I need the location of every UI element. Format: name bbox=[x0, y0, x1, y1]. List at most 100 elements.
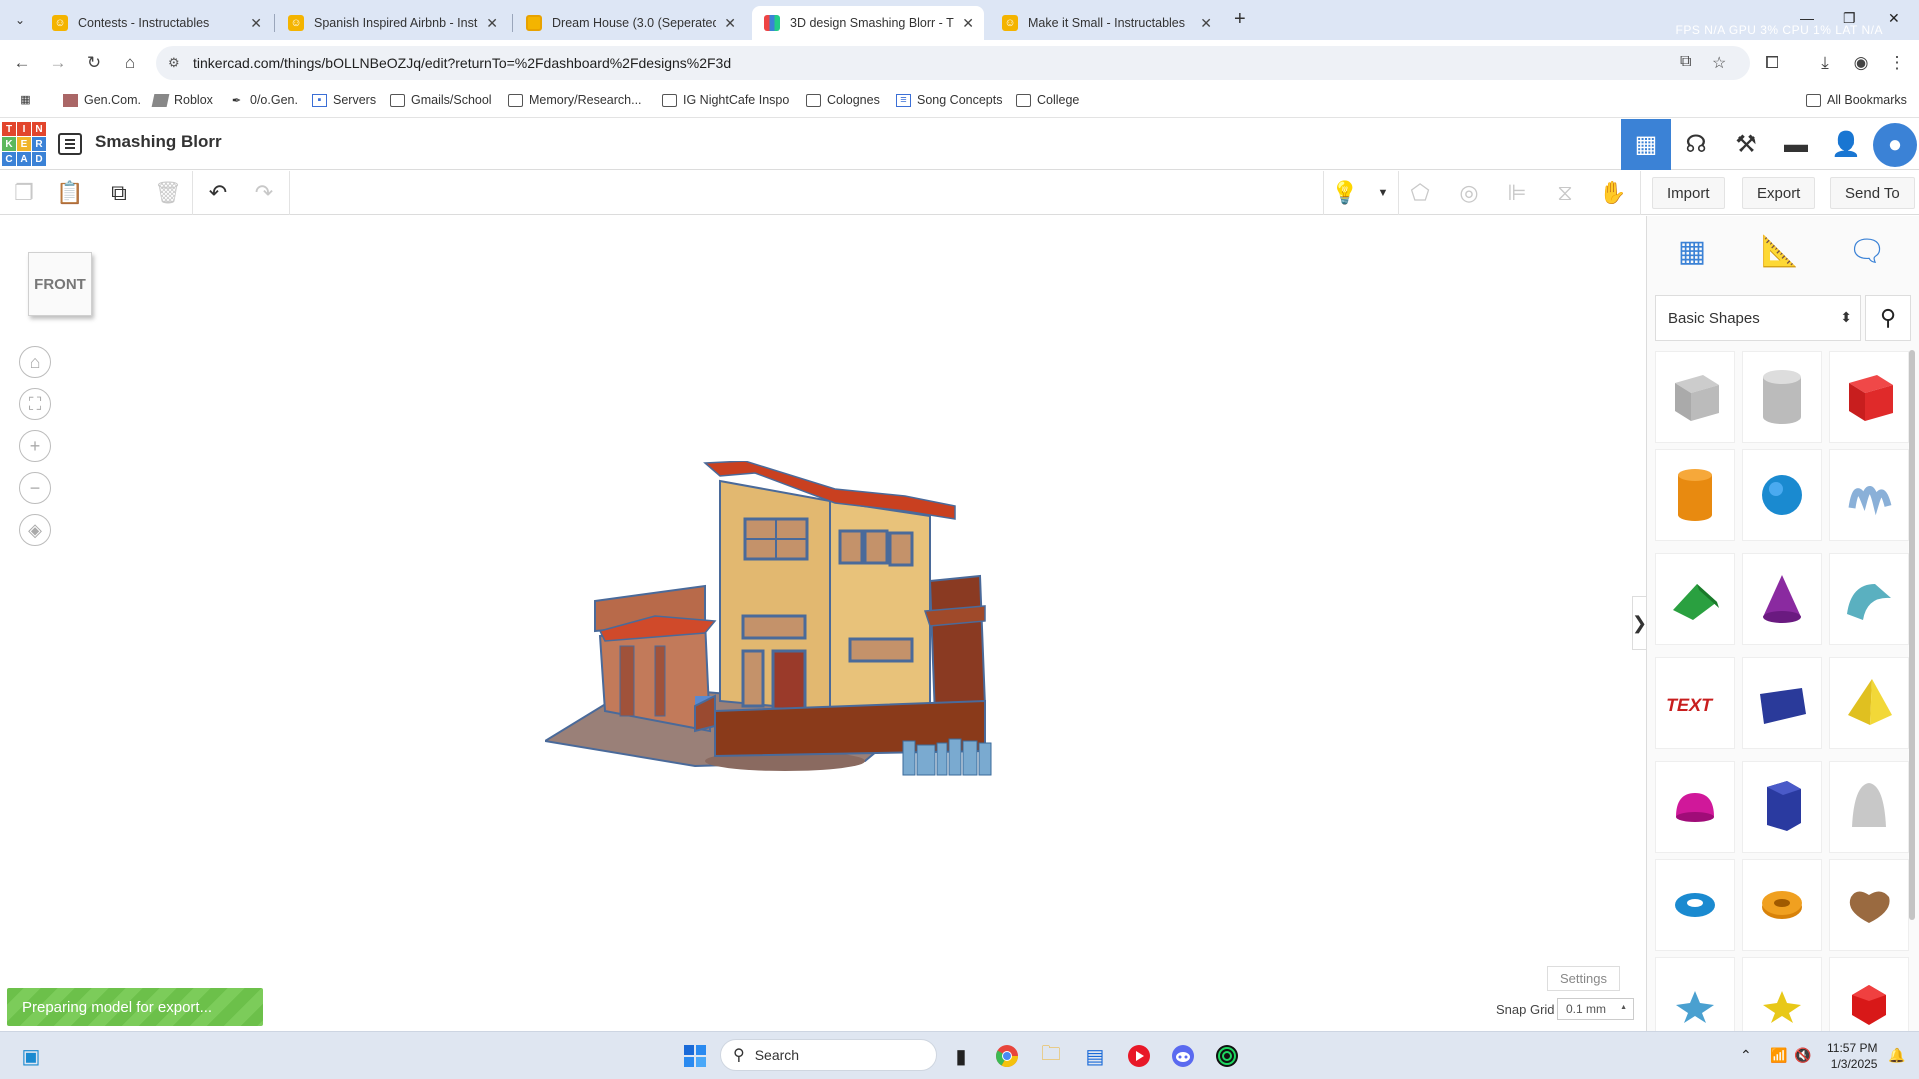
reload-icon[interactable]: ↻ bbox=[81, 50, 107, 76]
windows-start-icon[interactable] bbox=[680, 1041, 710, 1071]
shape-box[interactable] bbox=[1829, 351, 1909, 443]
paste-icon[interactable]: 📋 bbox=[55, 179, 85, 207]
bookmark-folder[interactable]: College bbox=[1016, 93, 1079, 107]
shape-cylinder[interactable] bbox=[1655, 449, 1735, 541]
discord-icon[interactable] bbox=[1168, 1041, 1198, 1071]
sim-lab-icon[interactable]: ▬ bbox=[1771, 119, 1821, 170]
widgets-icon[interactable]: ▣ bbox=[16, 1041, 46, 1071]
align-icon[interactable]: ⊫ bbox=[1502, 179, 1532, 207]
kebab-menu-icon[interactable]: ⋮ bbox=[1884, 50, 1910, 76]
close-tab-icon[interactable]: ✕ bbox=[250, 15, 262, 32]
design-list-icon[interactable] bbox=[58, 133, 82, 155]
settings-button[interactable]: Settings bbox=[1547, 966, 1620, 991]
browser-tab[interactable]: ☺ Contests - Instructables ✕ bbox=[40, 6, 272, 40]
group-icon[interactable]: ⬠ bbox=[1405, 179, 1435, 207]
panel-scrollbar[interactable] bbox=[1909, 350, 1915, 920]
perspective-icon[interactable]: ◈ bbox=[19, 514, 51, 546]
export-button[interactable]: Export bbox=[1742, 177, 1816, 209]
import-button[interactable]: Import bbox=[1652, 177, 1725, 209]
spotify-icon[interactable] bbox=[1212, 1041, 1242, 1071]
bookmark-item[interactable]: ▪ Servers bbox=[312, 93, 376, 107]
shape-half-sphere[interactable] bbox=[1655, 761, 1735, 853]
download-icon[interactable]: ⤓ bbox=[1812, 50, 1838, 76]
browser-tab-active[interactable]: 3D design Smashing Blorr - Tinl ✕ bbox=[752, 6, 984, 40]
shape-sphere[interactable] bbox=[1742, 449, 1822, 541]
tab-search-chevron-icon[interactable]: ⌄ bbox=[8, 8, 32, 32]
mirror-icon[interactable]: ⧖ bbox=[1550, 179, 1580, 207]
browser-tab[interactable]: Dream House (3.0 (Seperated in ✕ bbox=[514, 6, 746, 40]
send-to-button[interactable]: Send To bbox=[1830, 177, 1915, 209]
system-clock[interactable]: 11:57 PM 1/3/2025 bbox=[1827, 1040, 1877, 1072]
shape-pyramid[interactable] bbox=[1829, 657, 1909, 749]
new-tab-plus-icon[interactable]: + bbox=[1234, 8, 1246, 31]
install-app-icon[interactable]: ⧉ bbox=[1680, 53, 1691, 71]
bookmark-item[interactable]: ✒ 0/o.Gen. bbox=[229, 93, 298, 107]
3d-view-grid-icon[interactable]: ▦ bbox=[1621, 119, 1671, 170]
view-cube[interactable]: FRONT bbox=[28, 252, 92, 316]
bookmark-folder[interactable]: Gmails/School bbox=[390, 93, 492, 107]
taskbar-search[interactable]: ⚲ Search bbox=[720, 1039, 937, 1071]
tray-chevron-up-icon[interactable]: ⌃ bbox=[1740, 1047, 1752, 1064]
snap-grid-select[interactable]: 0.1 mm bbox=[1557, 998, 1634, 1020]
duplicate-icon[interactable]: ⧉ bbox=[104, 179, 134, 207]
house-3d-model[interactable] bbox=[545, 461, 1005, 791]
close-tab-icon[interactable]: ✕ bbox=[962, 15, 974, 32]
shape-box-hole[interactable] bbox=[1655, 351, 1735, 443]
site-info-icon[interactable]: ⚙ bbox=[168, 55, 180, 71]
close-tab-icon[interactable]: ✕ bbox=[486, 15, 498, 32]
search-icon[interactable]: ⚲ bbox=[1865, 295, 1911, 341]
bookmark-item[interactable]: ≡ Song Concepts bbox=[896, 93, 1002, 107]
url-text[interactable]: tinkercad.com/things/bOLLNBeOZJq/edit?re… bbox=[193, 55, 731, 71]
bricks-tool-icon[interactable]: ⚒ bbox=[1721, 119, 1771, 170]
browser-tab[interactable]: ☺ Make it Small - Instructables ✕ bbox=[990, 6, 1222, 40]
workplane-grid-icon[interactable]: ▦ bbox=[1669, 228, 1715, 274]
wifi-icon[interactable]: 📶 bbox=[1770, 1047, 1787, 1064]
back-arrow-icon[interactable]: ← bbox=[9, 50, 35, 76]
youtube-music-icon[interactable] bbox=[1124, 1041, 1154, 1071]
store-icon[interactable]: ▤ bbox=[1080, 1041, 1110, 1071]
zoom-out-icon[interactable]: − bbox=[19, 472, 51, 504]
restore-icon[interactable]: ❐ bbox=[1843, 10, 1856, 27]
shape-paraboloid[interactable] bbox=[1829, 761, 1909, 853]
home-icon[interactable]: ⌂ bbox=[117, 50, 143, 76]
notes-icon[interactable]: 🗨 bbox=[1844, 228, 1890, 274]
bookmark-folder[interactable]: IG NightCafe Inspo bbox=[662, 93, 789, 107]
volume-muted-icon[interactable]: 🔇 bbox=[1794, 1047, 1811, 1064]
bookmark-folder[interactable]: Colognes bbox=[806, 93, 880, 107]
close-tab-icon[interactable]: ✕ bbox=[724, 15, 736, 32]
shape-tube[interactable] bbox=[1742, 859, 1822, 951]
shape-cone[interactable] bbox=[1742, 553, 1822, 645]
copy-icon[interactable]: ❐ bbox=[9, 179, 39, 207]
forward-arrow-icon[interactable]: → bbox=[45, 50, 71, 76]
apps-grid-icon[interactable]: ▦ bbox=[18, 93, 39, 106]
ruler-icon[interactable]: 📐 bbox=[1757, 228, 1803, 274]
shape-heart[interactable] bbox=[1829, 859, 1909, 951]
bookmark-folder[interactable]: Memory/Research... bbox=[508, 93, 642, 107]
minimize-icon[interactable]: — bbox=[1800, 10, 1814, 26]
design-title[interactable]: Smashing Blorr bbox=[95, 132, 222, 152]
workplane-canvas[interactable]: FRONT ⌂ ⛶ + − ◈ Preparing model for expo… bbox=[0, 216, 1647, 1031]
shape-round-roof[interactable] bbox=[1829, 553, 1909, 645]
shape-polygon[interactable] bbox=[1742, 761, 1822, 853]
fit-view-icon[interactable]: ⛶ bbox=[19, 388, 51, 420]
chrome-icon[interactable] bbox=[992, 1041, 1022, 1071]
zoom-in-icon[interactable]: + bbox=[19, 430, 51, 462]
blocks-icon[interactable]: ☊ bbox=[1671, 119, 1721, 170]
close-tab-icon[interactable]: ✕ bbox=[1200, 15, 1212, 32]
file-explorer-icon[interactable]: 🗀 bbox=[1036, 1041, 1066, 1071]
bookmark-item[interactable]: Gen.Com. bbox=[63, 93, 141, 107]
shape-torus[interactable] bbox=[1655, 859, 1735, 951]
address-bar[interactable]: ⚙ tinkercad.com/things/bOLLNBeOZJq/edit?… bbox=[156, 46, 1750, 80]
chevron-down-icon[interactable]: ▼ bbox=[1368, 179, 1398, 207]
avatar[interactable]: ● bbox=[1873, 123, 1917, 167]
delete-trash-icon[interactable]: 🗑 bbox=[153, 179, 183, 207]
shape-scribble[interactable] bbox=[1829, 449, 1909, 541]
ungroup-icon[interactable]: ◎ bbox=[1454, 179, 1484, 207]
shape-text[interactable]: TEXT bbox=[1655, 657, 1735, 749]
add-user-icon[interactable]: 👤 bbox=[1821, 119, 1871, 170]
extensions-puzzle-icon[interactable]: ⧠ bbox=[1759, 50, 1785, 76]
profile-icon[interactable]: ◉ bbox=[1848, 50, 1874, 76]
bookmark-star-icon[interactable]: ☆ bbox=[1712, 53, 1726, 73]
window-close-icon[interactable]: ✕ bbox=[1888, 10, 1900, 27]
redo-icon[interactable]: ↷ bbox=[249, 179, 279, 207]
